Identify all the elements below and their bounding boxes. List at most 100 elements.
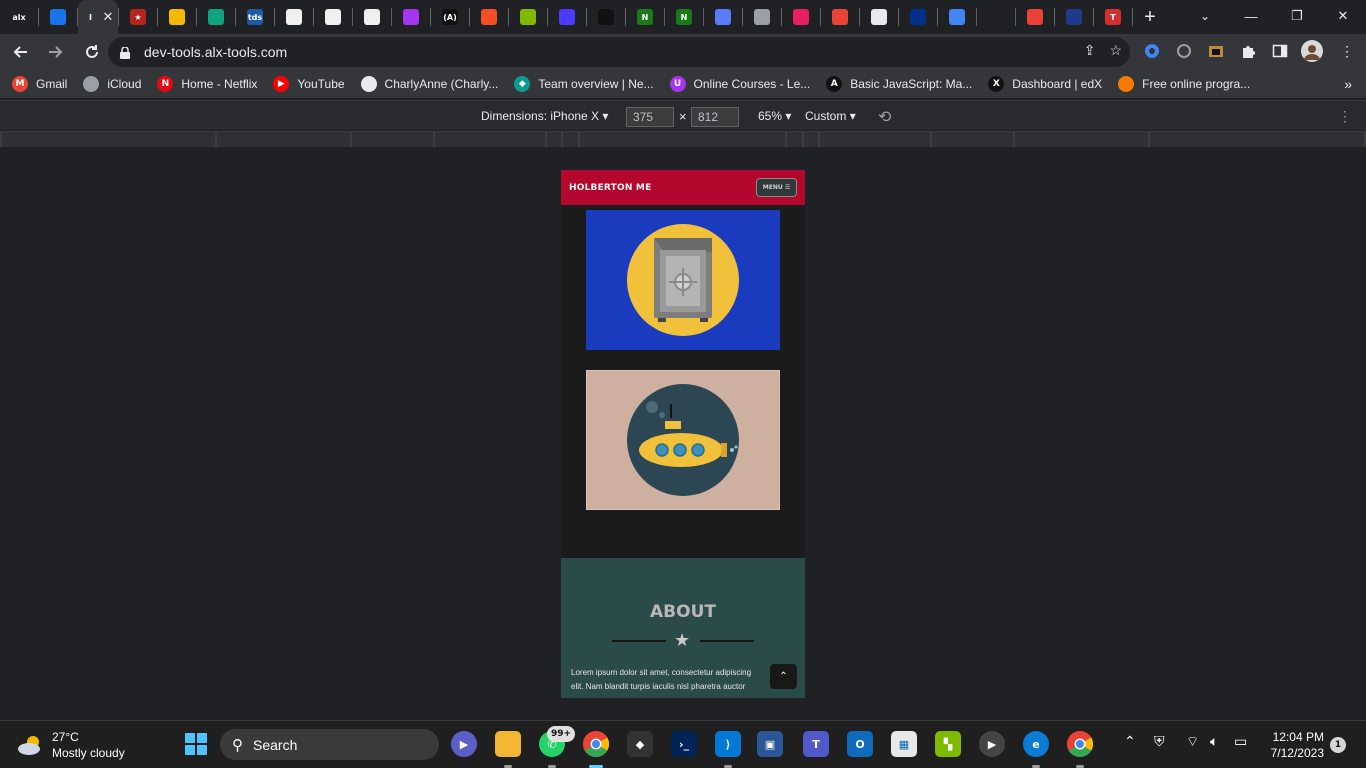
teams-icon[interactable]: T [803,731,829,757]
office-icon[interactable]: ▚ [935,731,961,757]
browser-tab[interactable] [977,0,1015,34]
git-app-icon[interactable]: ◆ [627,731,653,757]
throttle-select[interactable]: Custom ▾ [805,109,856,123]
virtualbox-icon[interactable]: ▣ [757,731,783,757]
back-button[interactable] [4,36,36,68]
maximize-button[interactable]: ❐ [1274,0,1320,32]
browser-tab[interactable] [197,0,235,34]
device-width-input[interactable]: 375 [626,107,674,127]
close-tab-icon[interactable]: ✕ [103,9,114,25]
extension-circle-icon[interactable] [1173,40,1195,62]
bookmark-item[interactable]: A Basic JavaScript: Ma... [826,76,972,92]
browser-tab[interactable]: N [665,0,703,34]
bookmark-item[interactable]: N Home - Netflix [157,76,257,92]
browser-tab[interactable]: (A) [431,0,469,34]
meet-app-icon[interactable]: ▶ [451,731,477,757]
address-bar[interactable]: dev-tools.alx-tools.com ⇪ ☆ [108,37,1130,67]
bookmark-item[interactable]: iCloud [83,76,141,92]
bookmark-item[interactable]: ◆ Team overview | Ne... [514,76,654,92]
browser-tab[interactable] [275,0,313,34]
new-tab-button[interactable]: + [1133,0,1167,34]
zoom-select[interactable]: 65% ▾ [758,109,791,123]
browser-tab[interactable]: N [626,0,664,34]
media-player-icon[interactable]: ▶ [979,731,1005,757]
weather-widget[interactable]: 27°C Mostly cloudy [16,729,125,761]
browser-tab[interactable]: tds [236,0,274,34]
notification-count[interactable]: 1 [1330,737,1346,753]
vscode-icon[interactable]: ⟩ [715,731,741,757]
outlook-icon[interactable]: O [847,731,873,757]
site-brand[interactable]: HOLBERTON ME [569,183,651,193]
ruler-segment[interactable] [1150,132,1364,147]
reload-button[interactable] [76,36,108,68]
browser-tab[interactable] [587,0,625,34]
browser-tab[interactable] [821,0,859,34]
close-window-button[interactable]: ✕ [1320,0,1366,32]
minimize-button[interactable]: — [1228,0,1274,32]
browser-tab[interactable] [938,0,976,34]
browser-tab[interactable]: alx [0,0,38,34]
chrome-icon[interactable] [583,731,609,757]
browser-tab[interactable] [1055,0,1093,34]
browser-tab[interactable] [743,0,781,34]
ruler-segment[interactable] [563,132,578,147]
wifi-icon[interactable]: ⌔ [1186,733,1199,751]
ruler-segment[interactable] [804,132,818,147]
bookmark-item[interactable]: CharlyAnne (Charly... [360,76,498,92]
ruler-segment[interactable] [787,132,802,147]
bookmark-star-icon[interactable]: ☆ [1109,42,1122,59]
ruler-segment[interactable] [820,132,930,147]
browser-tab[interactable] [509,0,547,34]
windows-start-icon[interactable] [183,731,209,757]
extensions-puzzle-icon[interactable] [1237,40,1259,62]
extension-cat-icon[interactable] [1205,40,1227,62]
device-dimensions-select[interactable]: Dimensions: iPhone X ▾ [481,109,608,123]
menu-button[interactable]: MENU ☰ [756,178,797,197]
forward-button[interactable] [40,36,72,68]
browser-tab[interactable] [1016,0,1054,34]
bookmark-item[interactable]: M Gmail [12,76,67,92]
bookmark-item[interactable]: U Online Courses - Le... [669,76,810,92]
battery-icon[interactable]: ▭ [1234,733,1247,750]
device-height-input[interactable]: 812 [691,107,739,127]
bookmark-item[interactable]: ▶ YouTube [273,76,345,92]
browser-tab[interactable] [39,0,77,34]
rotate-icon[interactable]: ⟲ [878,107,891,127]
share-icon[interactable]: ⇪ [1084,42,1096,59]
tab-search-icon[interactable]: ⌄ [1194,6,1216,26]
media-query-ruler[interactable] [0,131,1366,148]
browser-tab[interactable] [899,0,937,34]
chrome-profile-icon[interactable] [1067,731,1093,757]
show-hidden-icons-icon[interactable]: ⌃ [1124,733,1136,750]
browser-tab[interactable] [470,0,508,34]
ruler-segment[interactable] [547,132,561,147]
browser-tab[interactable] [158,0,196,34]
active-tab[interactable]: I ✕ [78,0,118,34]
portfolio-item-submarine[interactable] [586,370,780,510]
browser-tab[interactable] [704,0,742,34]
back-to-top-button[interactable]: ⌃ [770,664,797,689]
browser-menu-icon[interactable]: ⋮ [1336,40,1358,62]
ruler-segment[interactable] [217,132,350,147]
ruler-segment[interactable] [1015,132,1148,147]
store-icon[interactable]: ▦ [891,731,917,757]
browser-tab[interactable] [548,0,586,34]
profile-avatar-icon[interactable] [1301,40,1323,62]
volume-icon[interactable]: 🔈︎ [1210,733,1218,750]
bookmark-item[interactable]: Free online progra... [1118,76,1250,92]
browser-tab[interactable] [392,0,430,34]
side-panel-icon[interactable] [1269,40,1291,62]
ruler-segment[interactable] [2,132,215,147]
ruler-segment[interactable] [932,132,1013,147]
ruler-segment[interactable] [352,132,433,147]
edge-icon[interactable]: e [1023,731,1049,757]
powershell-icon[interactable]: ›_ [671,731,697,757]
browser-tab[interactable]: ★ [119,0,157,34]
taskbar-search[interactable]: ⚲ Search [220,729,439,760]
portfolio-item-safe[interactable] [586,210,780,350]
ruler-segment[interactable] [580,132,785,147]
browser-tab[interactable]: T [1094,0,1132,34]
browser-tab[interactable] [314,0,352,34]
ruler-segment[interactable] [435,132,545,147]
browser-tab[interactable] [353,0,391,34]
